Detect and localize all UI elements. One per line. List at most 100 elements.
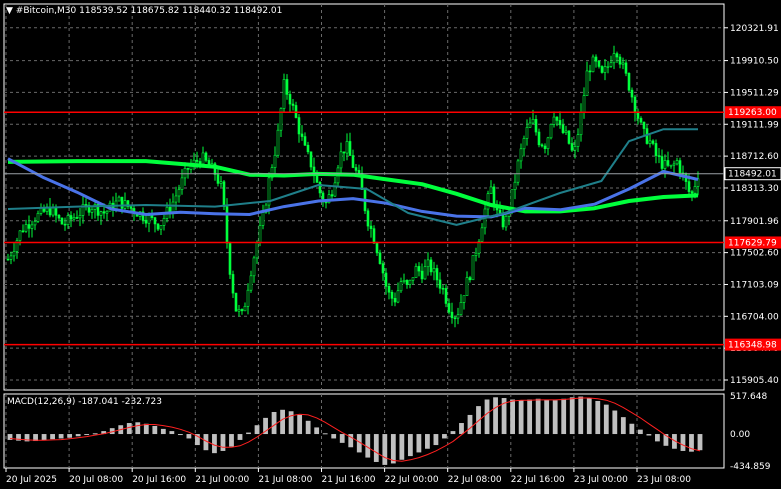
candle[interactable] <box>261 204 265 230</box>
candle[interactable] <box>597 60 601 69</box>
candle[interactable] <box>606 61 610 74</box>
candle[interactable] <box>396 282 400 304</box>
candle[interactable] <box>81 195 85 224</box>
candle[interactable] <box>474 247 478 262</box>
candle[interactable] <box>468 275 472 283</box>
candle[interactable] <box>636 108 640 125</box>
candle[interactable] <box>180 169 184 195</box>
candle[interactable] <box>648 134 652 148</box>
candle[interactable] <box>579 103 583 142</box>
candle[interactable] <box>684 172 688 190</box>
candle[interactable] <box>618 54 622 69</box>
candle[interactable] <box>30 220 34 238</box>
candle[interactable] <box>426 252 430 276</box>
candle[interactable] <box>39 203 43 216</box>
candle[interactable] <box>564 125 568 136</box>
candle[interactable] <box>537 128 541 148</box>
candle[interactable] <box>591 54 595 73</box>
candle[interactable] <box>141 207 145 225</box>
candle[interactable] <box>414 263 418 278</box>
candle[interactable] <box>216 167 220 187</box>
candle[interactable] <box>390 289 394 306</box>
candle[interactable] <box>504 213 508 231</box>
candle[interactable] <box>348 132 352 156</box>
candle[interactable] <box>696 171 700 196</box>
candle[interactable] <box>291 98 295 111</box>
candle[interactable] <box>408 279 412 289</box>
candle[interactable] <box>609 55 613 68</box>
candle[interactable] <box>441 284 445 295</box>
candle[interactable] <box>306 141 310 155</box>
candle[interactable] <box>630 87 634 103</box>
candle[interactable] <box>453 315 457 328</box>
candle[interactable] <box>501 206 505 230</box>
candle[interactable] <box>423 259 427 280</box>
candle[interactable] <box>558 111 562 129</box>
candle[interactable] <box>234 292 238 312</box>
candle[interactable] <box>156 223 160 231</box>
candle[interactable] <box>63 217 67 231</box>
candle[interactable] <box>534 115 538 136</box>
candle[interactable] <box>450 302 454 324</box>
candle[interactable] <box>642 121 646 137</box>
candle[interactable] <box>159 225 163 235</box>
candle[interactable] <box>588 64 592 82</box>
candle[interactable] <box>372 225 376 244</box>
candle[interactable] <box>168 198 172 219</box>
candle[interactable] <box>378 249 382 265</box>
candle[interactable] <box>15 237 19 259</box>
candle[interactable] <box>303 132 307 147</box>
candle[interactable] <box>87 202 91 216</box>
candle[interactable] <box>681 165 685 181</box>
candle[interactable] <box>33 217 37 231</box>
candle[interactable] <box>273 146 277 174</box>
candle[interactable] <box>615 51 619 63</box>
candle[interactable] <box>36 210 40 224</box>
candle[interactable] <box>240 308 244 315</box>
candle[interactable] <box>402 273 406 284</box>
candle[interactable] <box>462 295 466 310</box>
candle[interactable] <box>162 214 166 231</box>
candle[interactable] <box>339 142 343 177</box>
candle[interactable] <box>276 123 280 158</box>
candle[interactable] <box>633 94 637 122</box>
candle[interactable] <box>513 174 517 200</box>
candle[interactable] <box>99 210 103 225</box>
candle[interactable] <box>657 147 661 164</box>
candle[interactable] <box>45 203 49 215</box>
candle[interactable] <box>192 152 196 171</box>
candle[interactable] <box>411 277 415 285</box>
candle[interactable] <box>285 74 289 100</box>
candle[interactable] <box>312 157 316 184</box>
candle[interactable] <box>267 172 271 215</box>
candle[interactable] <box>354 163 358 174</box>
candle[interactable] <box>417 262 421 277</box>
candle[interactable] <box>360 166 364 190</box>
candle[interactable] <box>600 65 604 74</box>
candle[interactable] <box>675 157 679 166</box>
candle[interactable] <box>627 72 631 92</box>
candle[interactable] <box>420 263 424 284</box>
candle[interactable] <box>669 164 673 169</box>
candle[interactable] <box>471 255 475 281</box>
candle[interactable] <box>528 117 532 128</box>
candle[interactable] <box>366 208 370 231</box>
candle[interactable] <box>639 116 643 124</box>
candle[interactable] <box>480 223 484 242</box>
candle[interactable] <box>357 164 361 175</box>
candle[interactable] <box>255 240 259 264</box>
candle[interactable] <box>552 111 556 128</box>
candle[interactable] <box>447 298 451 315</box>
candle[interactable] <box>405 279 409 289</box>
candle[interactable] <box>294 101 298 119</box>
candle[interactable] <box>51 203 55 218</box>
candle[interactable] <box>489 180 493 194</box>
candle[interactable] <box>561 118 565 135</box>
candle[interactable] <box>654 139 658 164</box>
candle[interactable] <box>663 154 667 178</box>
candle[interactable] <box>567 130 571 145</box>
candle[interactable] <box>438 272 442 294</box>
candle[interactable] <box>75 210 79 220</box>
candle[interactable] <box>393 292 397 307</box>
candle[interactable] <box>309 151 313 171</box>
